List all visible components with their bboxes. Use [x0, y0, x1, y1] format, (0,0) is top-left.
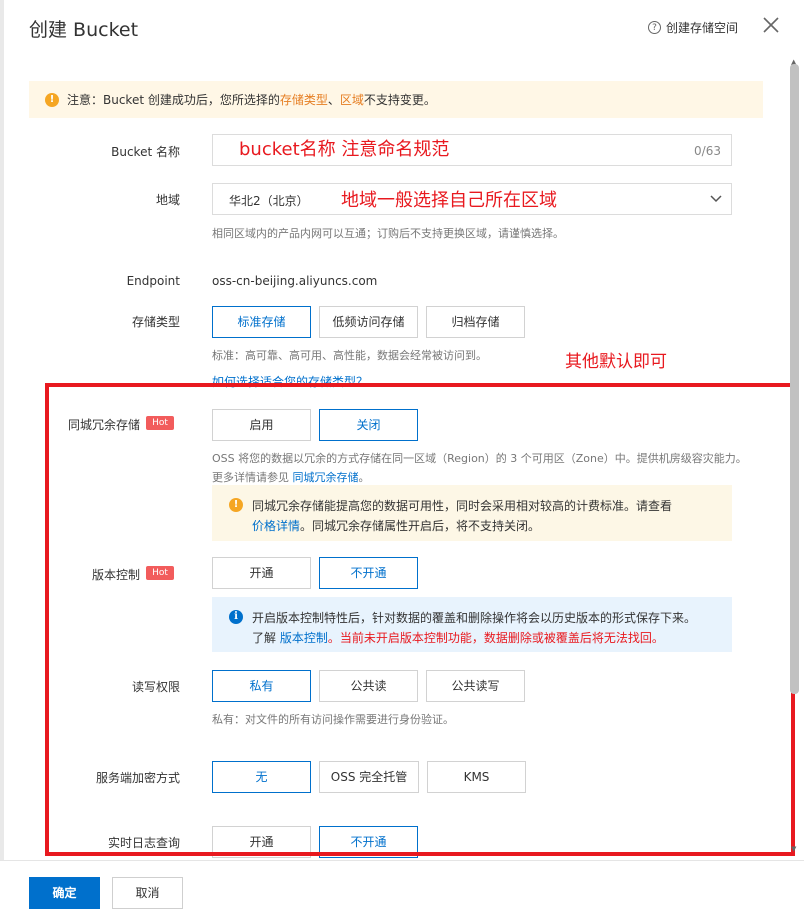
scroll-down-arrow[interactable]: ▼	[791, 845, 796, 853]
notice-suffix: 不支持变更。	[363, 93, 436, 107]
encryption-kms-button[interactable]: KMS	[427, 761, 526, 793]
redundancy-help: OSS 将您的数据以冗余的方式存储在同一区域（Region）的 3 个可用区（Z…	[212, 449, 747, 487]
versioning-info-prefix: 了解	[252, 631, 280, 645]
redundancy-warning-box: ! 同城冗余存储能提高您的数据可用性，同时会采用相对较高的计费标准。请查看 价格…	[212, 485, 732, 541]
logging-enable-button[interactable]: 开通	[212, 826, 311, 858]
acl-private-button[interactable]: 私有	[212, 670, 311, 702]
acl-label: 读写权限	[131, 680, 180, 694]
redundancy-warning-text: 同城冗余存储能提高您的数据可用性，同时会采用相对较高的计费标准。请查看 价格详情…	[252, 496, 672, 536]
redundancy-warning-line1: 同城冗余存储能提高您的数据可用性，同时会采用相对较高的计费标准。请查看	[252, 499, 673, 513]
endpoint-value: oss-cn-beijing.aliyuncs.com	[212, 274, 378, 288]
versioning-disable-button[interactable]: 不开通	[319, 557, 418, 589]
encryption-none-button[interactable]: 无	[212, 761, 311, 793]
redundancy-warning-line2: 。同城冗余存储属性开启后，将不支持关闭。	[300, 519, 541, 533]
notice-separator: 、	[327, 93, 340, 107]
region-help: 相同区域内的产品内网可以互通；订购后不支持更换区域，请谨慎选择。	[212, 227, 564, 240]
storage-class-link[interactable]: 如何选择适合您的存储类型？	[212, 373, 368, 390]
close-icon[interactable]	[760, 14, 782, 36]
notice-region: 区域	[339, 93, 364, 107]
logging-label: 实时日志查询	[107, 836, 180, 850]
hot-badge: Hot	[146, 566, 174, 580]
annotation-bucket-name: bucket名称 注意命名规范	[239, 139, 450, 160]
acl-public-read-write-button[interactable]: 公共读写	[426, 670, 525, 702]
dialog-title: 创建 Bucket	[29, 19, 139, 41]
versioning-doc-link[interactable]: 版本控制	[280, 631, 328, 645]
storage-class-help: 标准：高可靠、高可用、高性能，数据会经常被访问到。	[212, 349, 487, 362]
endpoint-label: Endpoint	[126, 274, 180, 288]
warning-icon: !	[45, 92, 59, 107]
region-value: 华北2（北京）	[229, 194, 309, 208]
acl-public-read-button[interactable]: 公共读	[319, 670, 418, 702]
scrollbar-thumb[interactable]	[790, 64, 799, 694]
help-icon: ?	[648, 21, 661, 34]
encryption-oss-button[interactable]: OSS 完全托管	[319, 761, 419, 793]
storage-standard-button[interactable]: 标准存储	[212, 306, 311, 338]
bucket-name-label: Bucket 名称	[111, 145, 180, 159]
redundancy-label: 同城冗余存储	[67, 418, 140, 432]
confirm-button[interactable]: 确定	[29, 877, 100, 909]
notice-prefix: 注意：Bucket 创建成功后，您所选择的	[67, 93, 280, 107]
storage-ia-button[interactable]: 低频访问存储	[319, 306, 418, 338]
versioning-label: 版本控制	[91, 568, 140, 582]
hot-badge: Hot	[146, 416, 174, 430]
storage-archive-button[interactable]: 归档存储	[426, 306, 525, 338]
pricing-link[interactable]: 价格详情	[252, 519, 300, 533]
redundancy-help-suffix: 。	[358, 471, 370, 484]
storage-class-label: 存储类型	[131, 315, 180, 329]
acl-help: 私有：对文件的所有访问操作需要进行身份验证。	[212, 713, 454, 726]
region-label: 地域	[155, 193, 180, 207]
warning-icon: !	[229, 498, 243, 512]
logging-disable-button[interactable]: 不开通	[319, 826, 418, 858]
notice-banner: ! 注意：Bucket 创建成功后，您所选择的 存储类型 、 区域 不支持变更。	[29, 81, 763, 118]
redundancy-enable-button[interactable]: 启用	[212, 409, 311, 441]
bucket-name-counter: 0/63	[694, 144, 721, 158]
cancel-button[interactable]: 取消	[112, 877, 183, 909]
versioning-warning: 。当前未开启版本控制功能，数据删除或被覆盖后将无法找回。	[327, 631, 664, 645]
versioning-info-line1: 开启版本控制特性后，针对数据的覆盖和删除操作将会以历史版本的形式保存下来。	[252, 611, 697, 625]
notice-storage-class: 存储类型	[279, 93, 328, 107]
redundancy-disable-button[interactable]: 关闭	[319, 409, 418, 441]
info-icon: i	[229, 610, 243, 624]
versioning-enable-button[interactable]: 开通	[212, 557, 311, 589]
redundancy-doc-link[interactable]: 同城冗余存储	[293, 471, 359, 484]
versioning-info-text: 开启版本控制特性后，针对数据的覆盖和删除操作将会以历史版本的形式保存下来。 了解…	[252, 608, 696, 648]
encryption-label: 服务端加密方式	[95, 771, 180, 785]
annotation-region: 地域一般选择自己所在区域	[341, 190, 557, 211]
help-link-label: 创建存储空间	[666, 21, 739, 35]
versioning-info-box: i 开启版本控制特性后，针对数据的覆盖和删除操作将会以历史版本的形式保存下来。 …	[212, 597, 732, 652]
dialog-header: 创建 Bucket ? 创建存储空间	[0, 0, 804, 56]
chevron-down-icon	[710, 195, 722, 203]
annotation-defaults: 其他默认即可	[565, 352, 667, 372]
help-link[interactable]: ? 创建存储空间	[648, 19, 738, 36]
